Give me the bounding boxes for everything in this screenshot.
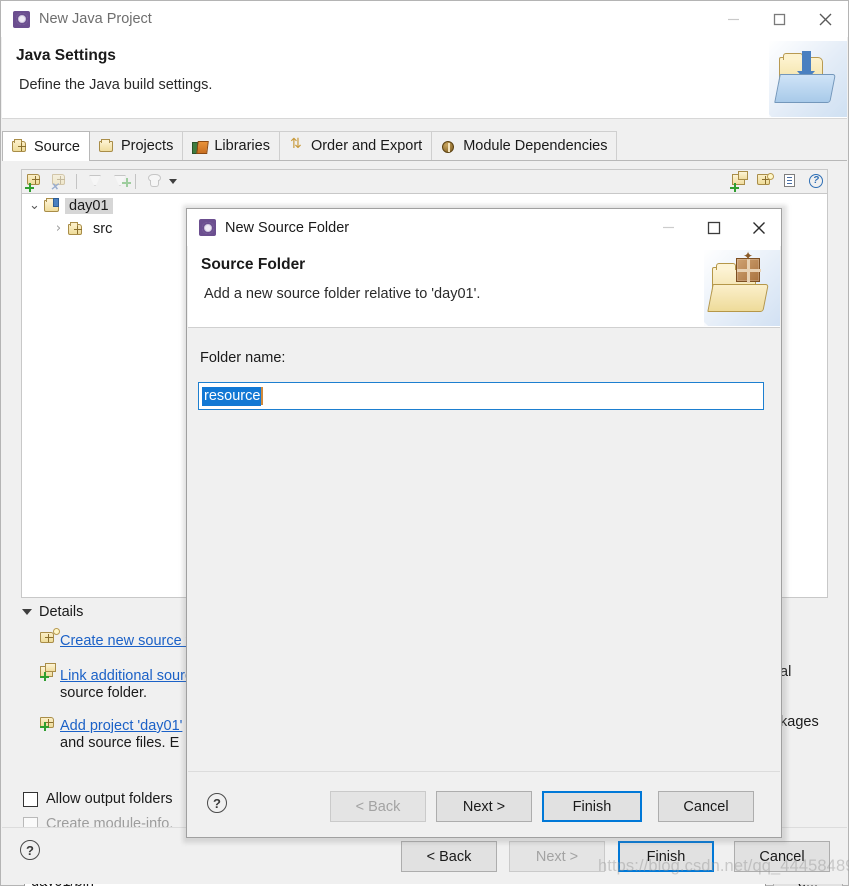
- folder-name-value: resource: [202, 386, 262, 406]
- eclipse-icon: [199, 219, 216, 236]
- checkbox-box[interactable]: [23, 791, 38, 807]
- tab-module-dependencies[interactable]: Module Dependencies: [431, 131, 618, 160]
- chevron-down-icon[interactable]: [22, 609, 32, 615]
- eclipse-icon: [13, 10, 30, 28]
- help-icon[interactable]: ?: [207, 793, 227, 813]
- dialog-finish-button[interactable]: Finish: [542, 791, 642, 822]
- minimize-icon[interactable]: [646, 209, 691, 246]
- dialog-page-subtitle: Add a new source folder relative to 'day…: [204, 286, 481, 302]
- sort-icon[interactable]: [143, 172, 165, 192]
- wizard-header: Java Settings Define the Java build sett…: [2, 37, 847, 119]
- tree-item-src[interactable]: src: [89, 221, 116, 237]
- maximize-icon[interactable]: [756, 1, 802, 37]
- detail-line-2: source folder.: [60, 685, 148, 701]
- help-icon[interactable]: ?: [805, 172, 827, 192]
- create-source-folder-icon: [40, 628, 60, 647]
- details-section-header[interactable]: Details: [22, 604, 83, 620]
- package-folder-icon: [11, 139, 28, 154]
- close-icon[interactable]: [736, 209, 781, 246]
- dialog-back-button[interactable]: < Back: [330, 791, 426, 822]
- page-title: Java Settings: [16, 47, 116, 64]
- link-source-folder-icon: [40, 663, 60, 682]
- tab-projects[interactable]: Projects: [88, 131, 184, 160]
- tab-module-label: Module Dependencies: [463, 138, 608, 154]
- minimize-icon[interactable]: [710, 1, 756, 37]
- edit-file-icon[interactable]: [780, 172, 802, 192]
- text-caret: [261, 387, 263, 405]
- chevron-down-icon[interactable]: ⌄: [26, 198, 43, 213]
- dialog-footer: ? < Back Next > Finish Cancel: [188, 771, 780, 836]
- tab-order-and-export[interactable]: Order and Export: [278, 131, 433, 160]
- window-title: New Java Project: [39, 11, 152, 27]
- window-titlebar: New Java Project: [1, 1, 848, 37]
- folder-import-icon: [769, 41, 847, 117]
- open-folder-icon: [98, 138, 115, 154]
- add-filter-icon[interactable]: [109, 172, 131, 192]
- dialog-page-title: Source Folder: [201, 256, 306, 273]
- toolbar-separator: [76, 174, 77, 189]
- tab-order-label: Order and Export: [310, 138, 423, 154]
- folder-name-input[interactable]: resource: [198, 382, 764, 410]
- screenshot-root: New Java Project Java Settings Define th…: [0, 0, 849, 886]
- dialog-title: New Source Folder: [225, 219, 350, 236]
- tab-source[interactable]: Source: [2, 131, 90, 161]
- add-project-link[interactable]: Add project 'day01': [60, 718, 182, 734]
- help-icon[interactable]: ?: [20, 840, 40, 860]
- dialog-header: Source Folder Add a new source folder re…: [188, 246, 780, 328]
- wizard-next-button[interactable]: Next >: [509, 841, 605, 872]
- tab-projects-label: Projects: [120, 138, 174, 154]
- tree-toolbar: ✕ ?: [21, 169, 828, 193]
- java-project-icon: [43, 198, 61, 213]
- dialog-cancel-button[interactable]: Cancel: [658, 791, 754, 822]
- wizard-back-button[interactable]: < Back: [401, 841, 497, 872]
- new-source-folder-dialog: New Source Folder Source Folder Add a ne…: [186, 208, 782, 838]
- add-project-source-icon: [40, 716, 60, 732]
- tab-source-label: Source: [34, 138, 80, 155]
- detail-line-2: and source files. E: [60, 735, 180, 751]
- dialog-body: Folder name: resource: [188, 328, 780, 771]
- chevron-right-icon[interactable]: ›: [50, 221, 67, 236]
- gift-folder-icon: ✦: [704, 250, 780, 326]
- details-label: Details: [39, 604, 84, 620]
- toolbar-separator-2: [135, 174, 136, 189]
- package-folder-icon: [67, 221, 85, 236]
- watermark-text: https://blog.csdn.net/qq_44458489: [598, 857, 849, 875]
- tab-libraries-label: Libraries: [214, 138, 270, 154]
- allow-output-folders-label: Allow output folders: [46, 791, 173, 807]
- link-source-icon[interactable]: [730, 170, 752, 192]
- page-subtitle: Define the Java build settings.: [19, 77, 213, 93]
- maximize-icon[interactable]: [691, 209, 736, 246]
- build-path-tabs: Source Projects Libraries Order and Expo…: [2, 131, 847, 161]
- dialog-next-button[interactable]: Next >: [436, 791, 532, 822]
- dialog-window-controls: [646, 209, 781, 246]
- tree-item-day01[interactable]: day01: [65, 197, 113, 214]
- new-folder-icon[interactable]: [755, 172, 777, 192]
- order-arrows-icon: [288, 136, 305, 154]
- tab-libraries[interactable]: Libraries: [182, 131, 280, 160]
- window-controls: [710, 1, 848, 37]
- dialog-titlebar: New Source Folder: [187, 209, 781, 246]
- link-additional-source-link[interactable]: Link additional source: [60, 668, 200, 684]
- allow-output-folders-checkbox[interactable]: Allow output folders: [23, 791, 173, 807]
- folder-name-label: Folder name:: [200, 350, 286, 366]
- filter-icon[interactable]: [84, 172, 106, 192]
- dropdown-arrow-icon[interactable]: [169, 179, 177, 184]
- close-icon[interactable]: [802, 1, 848, 37]
- add-source-folder-icon[interactable]: [25, 172, 47, 192]
- books-icon: [191, 139, 208, 154]
- remove-source-folder-icon[interactable]: ✕: [50, 172, 72, 192]
- module-icon: [440, 139, 457, 154]
